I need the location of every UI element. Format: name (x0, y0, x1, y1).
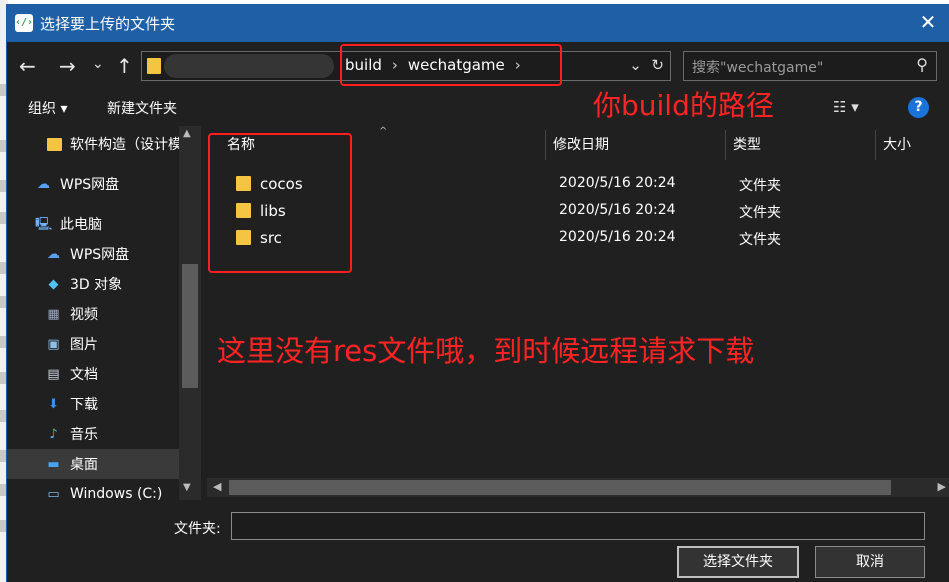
file-date: 2020/5/16 20:24 (559, 202, 676, 218)
cube-icon: ◆ (48, 276, 59, 292)
folder-picker-dialog: ‹/› 选择要上传的文件夹 ✕ ← → ⌄ ↑ build › wechatga… (6, 4, 949, 582)
file-type: 文件夹 (739, 178, 781, 194)
sidebar-item-downloads[interactable]: ⬇ 下载 (45, 389, 98, 419)
sidebar-item-design-folder[interactable]: 软件构造（设计模 (47, 129, 182, 159)
music-icon: ♪ (49, 426, 58, 442)
up-arrow-icon[interactable]: ↑ (116, 54, 133, 78)
column-header-date[interactable]: 修改日期 (553, 134, 609, 154)
forward-arrow-icon[interactable]: → (59, 54, 76, 78)
picture-icon: ▣ (47, 336, 60, 352)
command-toolbar: 组织 ▾ 新建文件夹 ☷ ▾ ? (7, 90, 949, 126)
sidebar-item-label: 图片 (70, 337, 98, 353)
address-dropdown-icon[interactable]: ⌄ (629, 56, 642, 74)
title-bar: ‹/› 选择要上传的文件夹 ✕ (7, 4, 949, 42)
document-icon: ▤ (47, 366, 60, 382)
sidebar-scroll-thumb[interactable] (182, 264, 198, 388)
select-folder-button[interactable]: 选择文件夹 (677, 546, 799, 578)
app-icon: ‹/› (15, 14, 33, 32)
sidebar-item-label: 视频 (70, 307, 98, 323)
video-icon: ▦ (47, 306, 60, 322)
sidebar-item-videos[interactable]: ▦ 视频 (45, 299, 98, 329)
new-folder-button[interactable]: 新建文件夹 (107, 98, 177, 118)
search-box[interactable]: 搜索"wechatgame" ⚲ (683, 51, 937, 81)
sidebar-item-desktop[interactable]: ▬ 桌面 (7, 449, 179, 479)
recent-locations-chevron-icon[interactable]: ⌄ (92, 52, 104, 76)
path-highlight-box (340, 44, 562, 86)
help-icon[interactable]: ? (908, 97, 929, 118)
computer-icon: 🖳 (35, 216, 53, 232)
file-type: 文件夹 (739, 232, 781, 248)
sidebar-item-pictures[interactable]: ▣ 图片 (45, 329, 98, 359)
address-controls: ⌄ ↻ (629, 56, 664, 74)
folder-icon (147, 58, 161, 74)
sidebar-item-label: 此电脑 (60, 217, 102, 233)
column-header-type[interactable]: 类型 (733, 134, 761, 154)
search-icon[interactable]: ⚲ (916, 55, 928, 74)
desktop-icon: ▬ (47, 456, 60, 472)
sidebar-item-label: Windows (C:) (70, 486, 163, 500)
blurred-path-segment (164, 54, 334, 78)
folder-field-label: 文件夹: (174, 521, 221, 537)
scroll-up-icon[interactable]: ▲ (183, 128, 191, 139)
close-icon[interactable]: ✕ (918, 10, 938, 34)
sidebar-item-label: 软件构造（设计模 (70, 137, 182, 153)
folder-name-input[interactable] (231, 512, 925, 540)
download-icon: ⬇ (48, 396, 59, 412)
navigation-pane: 软件构造（设计模 ☁ WPS网盘 🖳 此电脑 ☁ WPS网盘 ◆ 3D 对象 ▦… (7, 126, 201, 500)
sidebar-item-label: WPS网盘 (70, 247, 130, 263)
organize-menu-button[interactable]: 组织 ▾ (28, 98, 67, 118)
column-divider[interactable] (545, 130, 546, 160)
sidebar-item-windows-c[interactable]: ▭ Windows (C:) (45, 479, 162, 500)
back-arrow-icon[interactable]: ← (19, 54, 36, 78)
sidebar-item-3d-objects[interactable]: ◆ 3D 对象 (45, 269, 123, 299)
sort-ascending-icon: ^ (379, 126, 388, 137)
cloud-icon: ☁ (37, 176, 50, 192)
column-divider[interactable] (725, 130, 726, 160)
sidebar-item-wps-cloud[interactable]: ☁ WPS网盘 (35, 169, 119, 199)
cancel-button[interactable]: 取消 (815, 546, 925, 578)
drive-icon: ▭ (47, 486, 60, 501)
horizontal-scrollbar[interactable]: ◀ ▶ (207, 478, 949, 497)
sidebar-scrollbar[interactable]: ▲ ▼ (179, 126, 201, 500)
sidebar-item-label: 3D 对象 (70, 277, 123, 293)
column-divider[interactable] (875, 130, 876, 160)
refresh-icon[interactable]: ↻ (651, 56, 664, 74)
scroll-right-icon[interactable]: ▶ (938, 480, 946, 493)
sidebar-item-label: 文档 (70, 367, 98, 383)
sidebar-item-label: 下载 (70, 397, 98, 413)
sidebar-item-wps-cloud-2[interactable]: ☁ WPS网盘 (45, 239, 129, 269)
path-annotation: 你build的路径 (593, 89, 774, 122)
view-options-icon[interactable]: ☷ ▾ (833, 98, 859, 116)
horizontal-scroll-thumb[interactable] (229, 480, 891, 495)
column-header-size[interactable]: 大小 (883, 134, 911, 154)
sidebar-item-music[interactable]: ♪ 音乐 (45, 419, 98, 449)
folder-list-highlight-box (208, 133, 352, 273)
cloud-icon: ☁ (47, 246, 60, 262)
window-title: 选择要上传的文件夹 (40, 15, 176, 33)
file-date: 2020/5/16 20:24 (559, 229, 676, 245)
sidebar-item-this-pc[interactable]: 🖳 此电脑 (35, 209, 102, 239)
sidebar-item-documents[interactable]: ▤ 文档 (45, 359, 98, 389)
scroll-down-icon[interactable]: ▼ (183, 482, 191, 493)
sidebar-item-label: 音乐 (70, 427, 98, 443)
search-placeholder[interactable]: 搜索"wechatgame" (692, 57, 823, 77)
file-type: 文件夹 (739, 205, 781, 221)
file-date: 2020/5/16 20:24 (559, 175, 676, 191)
folder-icon (47, 137, 62, 151)
sidebar-item-label: WPS网盘 (60, 177, 120, 193)
scroll-left-icon[interactable]: ◀ (213, 480, 221, 493)
sidebar-item-label: 桌面 (70, 457, 98, 473)
res-annotation: 这里没有res文件哦，到时候远程请求下载 (217, 334, 755, 368)
